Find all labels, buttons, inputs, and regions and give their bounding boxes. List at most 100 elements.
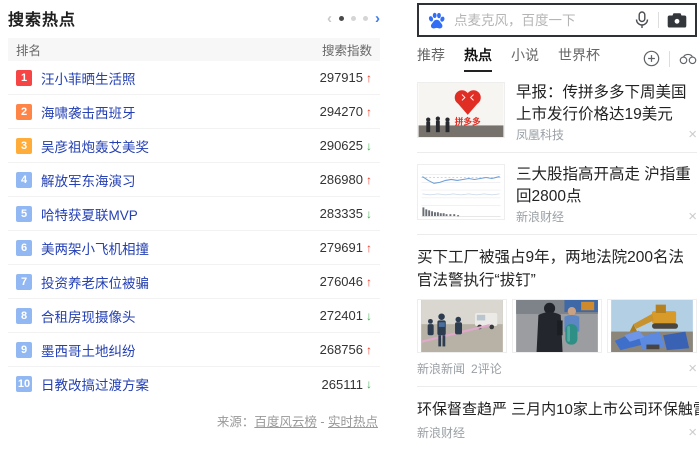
search-index-value: 286980 — [320, 172, 363, 187]
close-icon[interactable]: × — [688, 209, 697, 224]
col-index: 搜索指数 — [322, 40, 372, 59]
rank-badge: 4 — [16, 172, 32, 188]
pager-dot-2[interactable] — [351, 16, 356, 21]
news-thumbnail-police-scene[interactable] — [417, 299, 507, 353]
col-rank: 排名 — [16, 40, 41, 59]
news-item: 买下工厂被强占9年，两地法院200名法官法警执行“拔钉” — [417, 235, 697, 387]
news-source: 凤凰科技 — [516, 126, 564, 143]
table-row: 3 吴彦祖炮轰艾美奖 290625 — [8, 129, 380, 163]
comment-count: 2评论 — [471, 360, 502, 377]
source-footer: 来源：百度风云榜 - 实时热点 — [8, 411, 380, 430]
news-thumbnail-officer-cylinder[interactable] — [512, 299, 602, 353]
rank-badge: 9 — [16, 342, 32, 358]
chevron-left-icon[interactable]: ‹ — [327, 11, 332, 26]
hot-topic-link[interactable]: 日教改搞过渡方案 — [41, 374, 322, 394]
trend-icon — [366, 275, 372, 289]
search-index-value: 279691 — [320, 240, 363, 255]
search-input[interactable] — [454, 13, 634, 28]
panel-title: 搜索热点 — [8, 6, 76, 30]
headphones-icon[interactable] — [679, 51, 697, 66]
trend-icon — [366, 377, 372, 391]
feed-panel: 推荐 热点 小说 世界杯 — [417, 3, 697, 450]
hot-rows: 1 汪小菲晒生活照 297915 2 海啸袭击西班牙 294270 3 吴彦祖炮… — [8, 61, 380, 401]
hot-topic-link[interactable]: 墨西哥土地纠纷 — [41, 340, 320, 360]
rank-badge: 2 — [16, 104, 32, 120]
source-link-fengyunbang[interactable]: 百度风云榜 — [254, 415, 317, 429]
table-row: 9 墨西哥土地纠纷 268756 — [8, 333, 380, 367]
search-index-value: 283335 — [320, 206, 363, 221]
hot-topic-link[interactable]: 海啸袭击西班牙 — [41, 102, 320, 122]
svg-text:拼多多: 拼多多 — [455, 115, 481, 126]
pager-dot-1[interactable] — [339, 16, 344, 21]
search-bar — [417, 3, 697, 37]
news-thumbnail-stock-chart[interactable] — [417, 164, 505, 220]
table-row: 10 日教改搞过渡方案 265111 — [8, 367, 380, 401]
camera-icon[interactable] — [667, 12, 687, 29]
tab-worldcup[interactable]: 世界杯 — [558, 45, 600, 72]
news-title[interactable]: 买下工厂被强占9年，两地法院200名法官法警执行“拔钉” — [417, 246, 697, 292]
table-row: 7 投资养老床位被骗 276046 — [8, 265, 380, 299]
trend-icon — [366, 139, 372, 153]
hot-topic-link[interactable]: 美两架小飞机相撞 — [41, 238, 320, 258]
trend-icon — [366, 343, 372, 357]
news-thumbnail-excavator-demolition[interactable] — [607, 299, 697, 353]
hot-search-panel: 搜索热点 ‹ › 排名 搜索指数 1 汪小菲晒生活照 297915 2 海啸袭击… — [8, 6, 380, 430]
tab-recommend[interactable]: 推荐 — [417, 45, 445, 72]
table-row: 5 哈特获夏联MVP 283335 — [8, 197, 380, 231]
source-dash: - — [320, 415, 324, 429]
search-index-value: 290625 — [320, 138, 363, 153]
hot-topic-link[interactable]: 汪小菲晒生活照 — [41, 68, 320, 88]
news-title[interactable]: 三大股指高开高走 沪指重回2800点 — [516, 164, 697, 208]
feed-tab-bar: 推荐 热点 小说 世界杯 — [417, 46, 697, 71]
news-title[interactable]: 环保督查趋严 三月内10家上市公司环保触雷 — [417, 398, 697, 421]
search-index-value: 265111 — [322, 377, 363, 392]
trend-icon — [366, 241, 372, 255]
hot-topic-link[interactable]: 解放军东海演习 — [41, 170, 320, 190]
rank-badge: 5 — [16, 206, 32, 222]
news-thumbnail-pinduoduo[interactable]: 拼多多 — [417, 82, 505, 138]
rank-badge: 1 — [16, 70, 32, 86]
table-row: 4 解放军东海演习 286980 — [8, 163, 380, 197]
table-row: 8 合租房现摄像头 272401 — [8, 299, 380, 333]
news-source: 新浪财经 — [516, 208, 564, 225]
table-row: 1 汪小菲晒生活照 297915 — [8, 61, 380, 95]
news-title[interactable]: 早报：传拼多多下周美国上市发行价格达19美元 — [516, 82, 697, 126]
news-source: 新浪财经 — [417, 424, 465, 441]
pager-dot-3[interactable] — [363, 16, 368, 21]
hot-topic-link[interactable]: 投资养老床位被骗 — [41, 272, 320, 292]
hot-topic-link[interactable]: 合租房现摄像头 — [41, 306, 320, 326]
table-header: 排名 搜索指数 — [8, 38, 380, 61]
microphone-icon[interactable] — [634, 11, 650, 29]
hot-topic-link[interactable]: 哈特获夏联MVP — [41, 204, 320, 224]
source-label: 来源： — [217, 415, 255, 429]
hot-topic-link[interactable]: 吴彦祖炮轰艾美奖 — [41, 136, 320, 156]
search-index-value: 276046 — [320, 274, 363, 289]
rank-badge: 8 — [16, 308, 32, 324]
tab-hotspot[interactable]: 热点 — [464, 45, 492, 72]
close-icon[interactable]: × — [688, 361, 697, 376]
rank-badge: 3 — [16, 138, 32, 154]
search-index-value: 294270 — [320, 104, 363, 119]
table-row: 2 海啸袭击西班牙 294270 — [8, 95, 380, 129]
tab-novel[interactable]: 小说 — [511, 45, 539, 72]
trend-icon — [366, 309, 372, 323]
trend-icon — [366, 207, 372, 221]
news-item: 拼多多 早报：传拼多多下周美国上市发行价格达19美元 凤凰科技 × — [417, 71, 697, 153]
search-index-value: 272401 — [320, 308, 363, 323]
trend-icon — [366, 173, 372, 187]
add-channel-icon[interactable] — [643, 50, 660, 67]
baidu-paw-logo-icon — [427, 11, 446, 30]
search-index-value: 297915 — [320, 70, 363, 85]
close-icon[interactable]: × — [688, 425, 697, 440]
news-item: 三大股指高开高走 沪指重回2800点 新浪财经 × — [417, 153, 697, 235]
close-icon[interactable]: × — [688, 127, 697, 142]
chevron-right-icon[interactable]: › — [375, 11, 380, 26]
trend-icon — [366, 105, 372, 119]
rank-badge: 10 — [16, 376, 32, 392]
source-link-realtime[interactable]: 实时热点 — [328, 415, 378, 429]
news-item: 环保督查趋严 三月内10家上市公司环保触雷 新浪财经 × — [417, 387, 697, 450]
divider — [669, 51, 670, 67]
rank-badge: 6 — [16, 240, 32, 256]
divider — [658, 12, 659, 28]
pager: ‹ › — [327, 11, 380, 26]
